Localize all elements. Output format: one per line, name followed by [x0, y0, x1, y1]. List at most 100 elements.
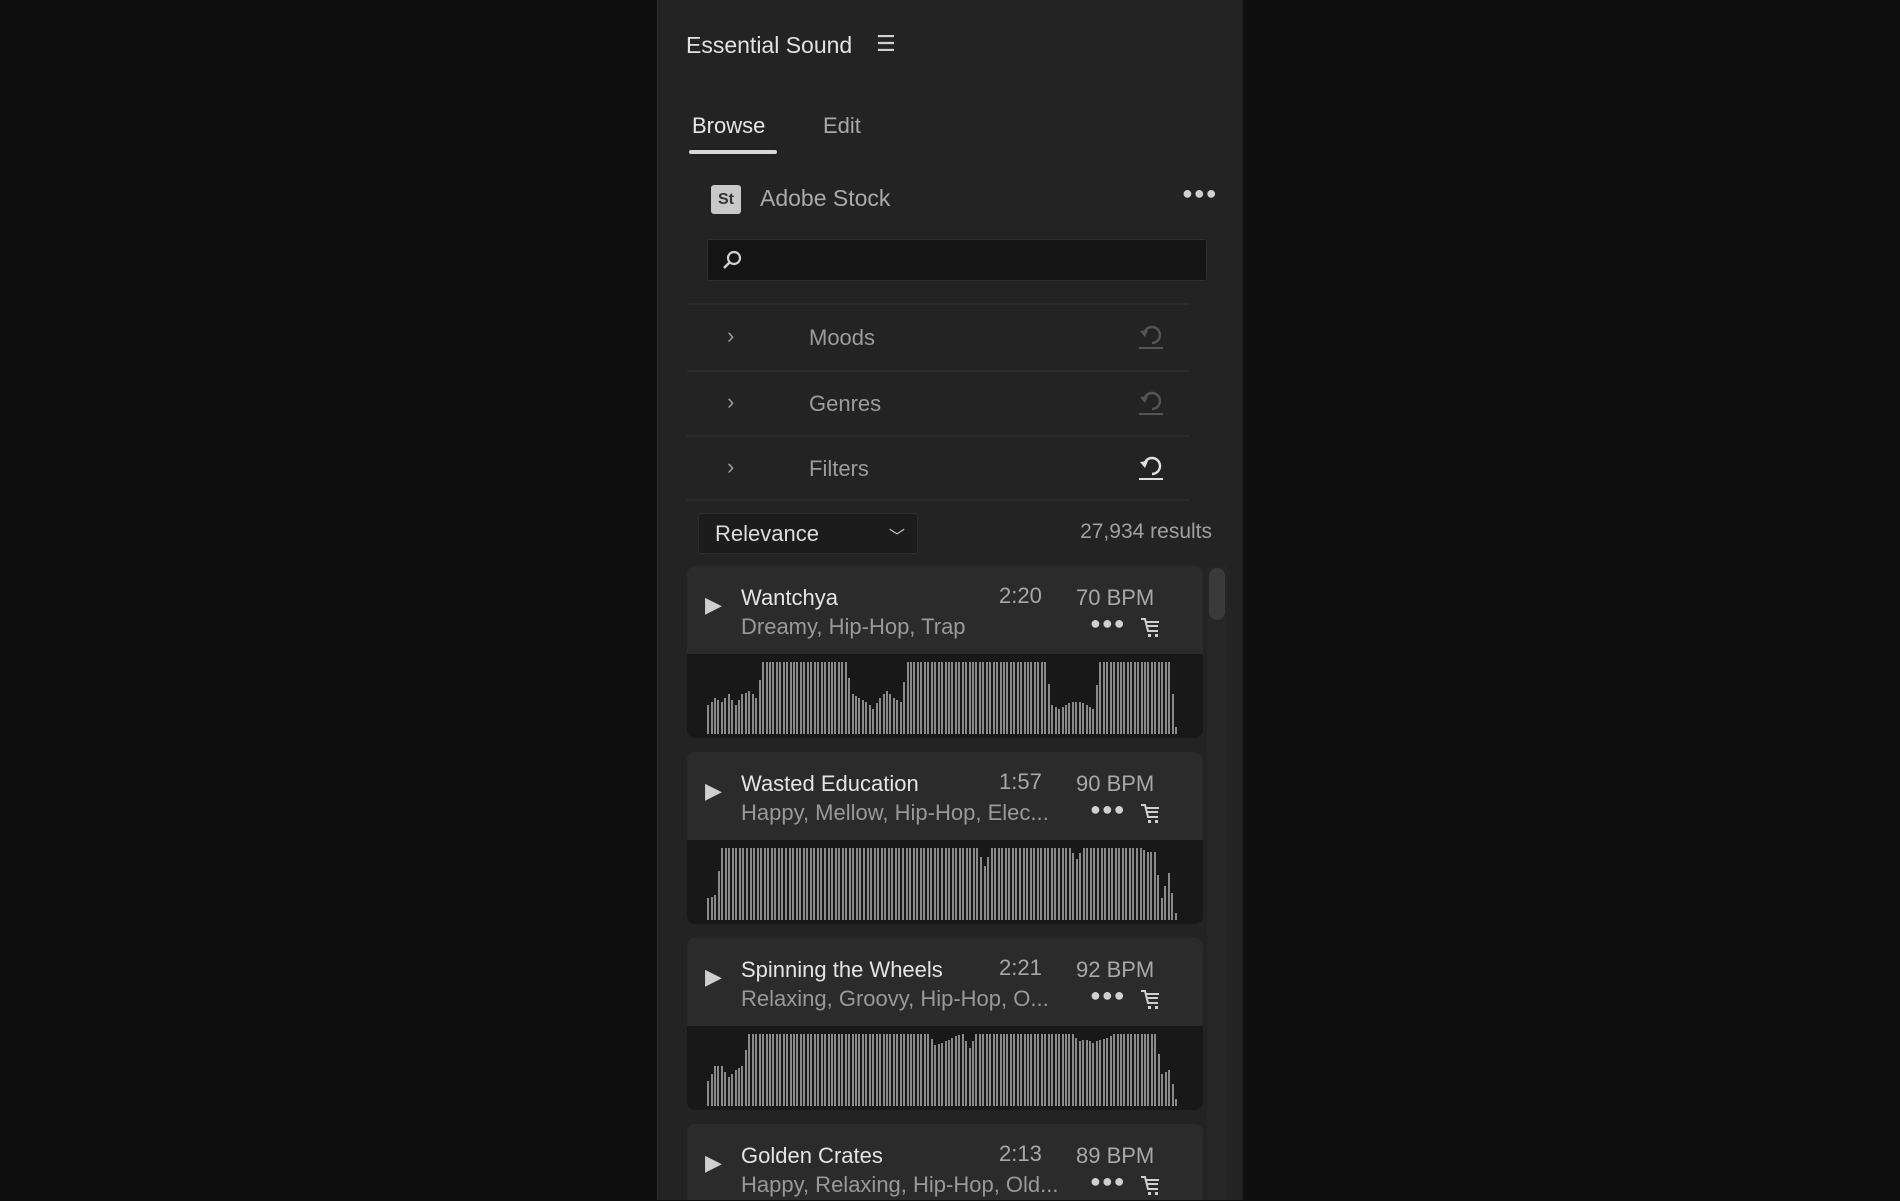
track-card[interactable]: ▶ Wantchya 2:20 70 BPM Dreamy, Hip-Hop, … — [687, 566, 1203, 738]
waveform-bar — [1119, 1034, 1122, 1106]
waveform-bar — [863, 848, 865, 920]
waveform-bar — [762, 1034, 765, 1106]
waveform-bar — [989, 1034, 992, 1106]
waveform-bar — [799, 1034, 802, 1106]
waveform-bar — [1043, 848, 1046, 920]
waveform-bar — [989, 662, 992, 734]
waveform-bar — [1133, 1034, 1136, 1106]
track-duration: 1:57 — [999, 769, 1042, 794]
play-icon[interactable]: ▶ — [705, 778, 722, 804]
more-options-icon[interactable]: ●●● — [1090, 1171, 1126, 1192]
divider — [687, 499, 1189, 501]
waveform-bar — [837, 1034, 840, 1106]
accordion-filters[interactable]: › Filters — [687, 436, 1189, 500]
track-card[interactable]: ▶ Spinning the Wheels 2:21 92 BPM Relaxi… — [687, 938, 1203, 1110]
track-bpm: 70 BPM — [1076, 585, 1155, 610]
tab-browse[interactable]: Browse — [692, 113, 765, 139]
waveform-bar — [909, 848, 912, 920]
waveform-bar — [1033, 1034, 1036, 1106]
waveform-bar — [882, 1034, 885, 1106]
waveform-bar — [762, 662, 765, 734]
waveform[interactable] — [687, 654, 1203, 738]
waveform-bar — [834, 848, 837, 920]
waveform-bar — [880, 848, 883, 920]
more-options-icon[interactable]: ●●● — [1090, 613, 1126, 634]
waveform-bar — [1040, 1034, 1043, 1106]
waveform-bar — [760, 848, 763, 920]
track-card[interactable]: ▶ Golden Crates 2:13 89 BPM Happy, Relax… — [687, 1124, 1203, 1200]
waveform-bar — [923, 848, 926, 920]
waveform-bar — [978, 662, 981, 734]
waveform-bar — [1068, 703, 1071, 734]
waveform-bar — [1171, 893, 1174, 920]
more-options-icon[interactable]: ●●● — [1182, 183, 1218, 204]
waveform-bar — [748, 690, 751, 734]
track-bpm: 89 BPM — [1076, 1143, 1155, 1168]
waveform-bar — [947, 1039, 950, 1106]
waveform-bar — [910, 1034, 913, 1106]
play-icon[interactable]: ▶ — [705, 592, 722, 618]
waveform-bar — [1002, 662, 1005, 734]
waveform-bar — [1089, 848, 1092, 920]
waveform-bar — [961, 662, 964, 734]
waveform-bar — [1164, 1071, 1167, 1106]
play-icon[interactable]: ▶ — [705, 964, 722, 990]
waveform-bar — [796, 1034, 799, 1106]
waveform-bar — [841, 848, 844, 920]
waveform-bar — [1075, 858, 1078, 920]
waveform-bar — [810, 1034, 813, 1106]
waveform-bar — [997, 848, 1000, 920]
cart-icon[interactable] — [1140, 1174, 1162, 1201]
track-name: Wantchya — [741, 585, 839, 610]
waveform-bar — [885, 1034, 888, 1106]
waveform-bar — [955, 848, 958, 920]
waveform-bar — [1075, 701, 1078, 734]
waveform[interactable] — [687, 840, 1203, 924]
waveform-bar — [830, 662, 833, 734]
tab-edit[interactable]: Edit — [823, 113, 861, 139]
sort-value: Relevance — [715, 521, 819, 546]
waveform-bar — [951, 1037, 954, 1106]
reset-filters-icon[interactable] — [1136, 452, 1166, 482]
waveform-bar — [1009, 1034, 1012, 1106]
cart-icon[interactable] — [1140, 616, 1162, 643]
accordion-moods[interactable]: › Moods — [687, 305, 1189, 369]
more-options-icon[interactable]: ●●● — [1090, 799, 1126, 820]
waveform-bar — [965, 662, 968, 734]
play-icon[interactable]: ▶ — [705, 1150, 722, 1176]
accordion-genres[interactable]: › Genres — [687, 371, 1189, 435]
waveform-bar — [727, 1077, 730, 1106]
waveform-bar — [1100, 848, 1103, 920]
waveform-bar — [919, 848, 922, 920]
track-card[interactable]: ▶ Wasted Education 1:57 90 BPM Happy, Me… — [687, 752, 1203, 924]
waveform-bar — [772, 1034, 775, 1106]
search-input[interactable] — [707, 239, 1207, 281]
scrollbar-thumb[interactable] — [1209, 568, 1225, 620]
waveform-bar — [803, 662, 806, 734]
cart-icon[interactable] — [1140, 988, 1162, 1015]
waveform-bar — [1097, 848, 1099, 920]
waveform-bar — [972, 1041, 975, 1106]
waveform-bar — [820, 662, 823, 734]
waveform-bar — [875, 1034, 878, 1106]
waveform-bar — [1144, 1034, 1147, 1106]
more-options-icon[interactable]: ●●● — [1090, 985, 1126, 1006]
waveform-bar — [899, 1034, 902, 1106]
waveform-bar — [947, 662, 950, 734]
scrollbar[interactable] — [1207, 566, 1227, 1200]
waveform-bar — [713, 698, 716, 734]
hamburger-menu-icon[interactable]: ☰ — [876, 33, 896, 55]
waveform-bar — [855, 696, 858, 734]
cart-icon[interactable] — [1140, 802, 1162, 829]
waveform[interactable] — [687, 1026, 1203, 1110]
waveform-bar — [1013, 662, 1016, 734]
waveform-bar — [958, 662, 961, 734]
waveform-bar — [1015, 848, 1018, 920]
waveform-bar — [744, 692, 747, 734]
waveform-bar — [772, 662, 775, 734]
waveform-bar — [1175, 912, 1177, 920]
sort-dropdown[interactable]: Relevance ﹀ — [698, 513, 918, 554]
waveform-bar — [923, 1034, 926, 1106]
waveform-bar — [916, 848, 919, 920]
waveform-bar — [795, 848, 798, 920]
